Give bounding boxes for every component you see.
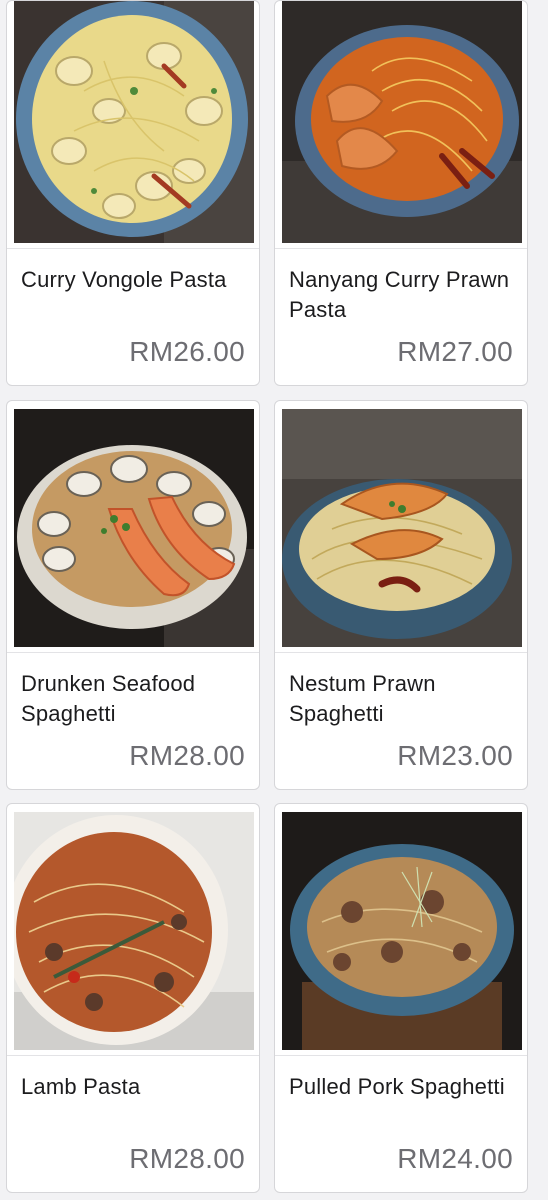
card-divider [7, 248, 259, 249]
menu-item-price: RM26.00 [129, 336, 245, 367]
menu-item-card-lamb-pasta[interactable]: Lamb Pasta RM28.00 [6, 803, 260, 1193]
menu-item-card-nestum-prawn[interactable]: Nestum Prawn Spaghetti RM23.00 [274, 400, 528, 790]
nanyang-curry-prawn-photo [282, 1, 522, 243]
menu-item-price: RM24.00 [397, 1143, 513, 1174]
menu-item-card-curry-vongole[interactable]: Curry Vongole Pasta RM26.00 [6, 0, 260, 386]
menu-item-card-nanyang-curry-prawn[interactable]: Nanyang Curry Prawn Pasta RM27.00 [274, 0, 528, 386]
drunken-seafood-photo [14, 409, 254, 647]
nestum-prawn-photo [282, 409, 522, 647]
menu-item-name: Lamb Pasta [21, 1074, 141, 1099]
card-divider [275, 1055, 527, 1056]
menu-item-name: Pulled Pork Spaghetti [289, 1074, 505, 1099]
menu-item-card-pulled-pork[interactable]: Pulled Pork Spaghetti RM24.00 [274, 803, 528, 1193]
menu-item-name: Curry Vongole Pasta [21, 267, 227, 292]
menu-item-price: RM28.00 [129, 1143, 245, 1174]
menu-item-name: Nanyang Curry Prawn Pasta [289, 267, 510, 322]
pulled-pork-photo [282, 812, 522, 1050]
curry-vongole-photo [14, 1, 254, 243]
card-divider [7, 1055, 259, 1056]
menu-item-price: RM23.00 [397, 740, 513, 771]
menu-item-name: Nestum Prawn Spaghetti [289, 671, 436, 726]
card-divider [7, 652, 259, 653]
card-divider [275, 652, 527, 653]
menu-item-price: RM28.00 [129, 740, 245, 771]
menu-item-card-drunken-seafood[interactable]: Drunken Seafood Spaghetti RM28.00 [6, 400, 260, 790]
lamb-pasta-photo [14, 812, 254, 1050]
menu-item-price: RM27.00 [397, 336, 513, 367]
card-divider [275, 248, 527, 249]
menu-item-name: Drunken Seafood Spaghetti [21, 671, 196, 726]
